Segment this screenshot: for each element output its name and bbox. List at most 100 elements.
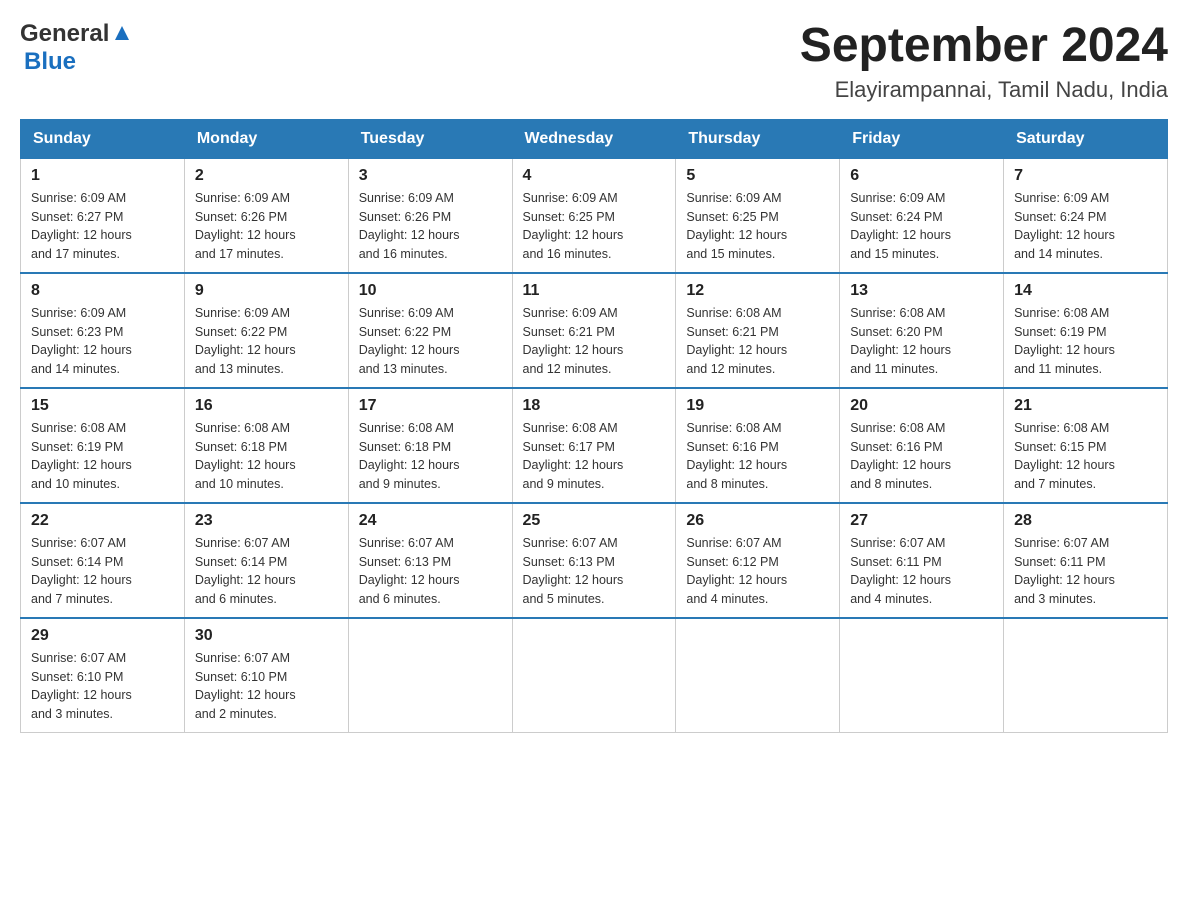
day-number: 19 (686, 397, 829, 415)
day-info: Sunrise: 6:09 AMSunset: 6:25 PMDaylight:… (523, 189, 666, 264)
day-info: Sunrise: 6:07 AMSunset: 6:12 PMDaylight:… (686, 534, 829, 609)
calendar-table: SundayMondayTuesdayWednesdayThursdayFrid… (20, 119, 1168, 733)
calendar-cell: 15Sunrise: 6:08 AMSunset: 6:19 PMDayligh… (21, 388, 185, 503)
calendar-cell: 5 Sunrise: 6:09 AMSunset: 6:25 PMDaylight… (676, 158, 840, 273)
logo-blue-text: Blue (24, 48, 76, 76)
day-info: Sunrise: 6:09 AMSunset: 6:25 PMDaylight:… (686, 189, 829, 264)
calendar-cell: 18 Sunrise: 6:08 AMSunset: 6:17 PMDayligh… (512, 388, 676, 503)
day-info: Sunrise: 6:08 AMSunset: 6:20 PMDaylight:… (850, 304, 993, 379)
calendar-cell: 4 Sunrise: 6:09 AMSunset: 6:25 PMDaylight… (512, 158, 676, 273)
calendar-week-row-2: 8 Sunrise: 6:09 AMSunset: 6:23 PMDaylight… (21, 273, 1168, 388)
day-info: Sunrise: 6:09 AMSunset: 6:24 PMDaylight:… (1014, 189, 1157, 264)
calendar-cell: 30Sunrise: 6:07 AMSunset: 6:10 PMDayligh… (184, 618, 348, 733)
day-number: 8 (31, 282, 174, 300)
day-number: 26 (686, 512, 829, 530)
calendar-cell: 17 Sunrise: 6:08 AMSunset: 6:18 PMDayligh… (348, 388, 512, 503)
day-number: 21 (1014, 397, 1157, 415)
day-number: 3 (359, 167, 502, 185)
calendar-cell (348, 618, 512, 733)
weekday-header-row: SundayMondayTuesdayWednesdayThursdayFrid… (21, 119, 1168, 158)
calendar-cell (512, 618, 676, 733)
calendar-cell: 23 Sunrise: 6:07 AMSunset: 6:14 PMDayligh… (184, 503, 348, 618)
day-number: 28 (1014, 512, 1157, 530)
day-info: Sunrise: 6:07 AMSunset: 6:14 PMDaylight:… (31, 534, 174, 609)
day-info: Sunrise: 6:08 AMSunset: 6:16 PMDaylight:… (686, 419, 829, 494)
day-info: Sunrise: 6:09 AMSunset: 6:26 PMDaylight:… (359, 189, 502, 264)
calendar-week-row-4: 22Sunrise: 6:07 AMSunset: 6:14 PMDayligh… (21, 503, 1168, 618)
calendar-cell: 6 Sunrise: 6:09 AMSunset: 6:24 PMDaylight… (840, 158, 1004, 273)
day-info: Sunrise: 6:08 AMSunset: 6:19 PMDaylight:… (1014, 304, 1157, 379)
calendar-cell (840, 618, 1004, 733)
weekday-header-tuesday: Tuesday (348, 119, 512, 158)
calendar-cell: 10Sunrise: 6:09 AMSunset: 6:22 PMDayligh… (348, 273, 512, 388)
weekday-header-saturday: Saturday (1004, 119, 1168, 158)
calendar-cell: 13 Sunrise: 6:08 AMSunset: 6:20 PMDayligh… (840, 273, 1004, 388)
day-number: 13 (850, 282, 993, 300)
day-number: 9 (195, 282, 338, 300)
day-info: Sunrise: 6:09 AMSunset: 6:22 PMDaylight:… (359, 304, 502, 379)
day-number: 4 (523, 167, 666, 185)
day-number: 2 (195, 167, 338, 185)
day-number: 6 (850, 167, 993, 185)
calendar-cell: 27Sunrise: 6:07 AMSunset: 6:11 PMDayligh… (840, 503, 1004, 618)
calendar-cell: 28 Sunrise: 6:07 AMSunset: 6:11 PMDayligh… (1004, 503, 1168, 618)
weekday-header-sunday: Sunday (21, 119, 185, 158)
calendar-cell: 16 Sunrise: 6:08 AMSunset: 6:18 PMDayligh… (184, 388, 348, 503)
calendar-cell: 19 Sunrise: 6:08 AMSunset: 6:16 PMDayligh… (676, 388, 840, 503)
day-number: 15 (31, 397, 174, 415)
day-info: Sunrise: 6:07 AMSunset: 6:14 PMDaylight:… (195, 534, 338, 609)
logo-general-text: General (20, 20, 109, 48)
weekday-header-monday: Monday (184, 119, 348, 158)
day-number: 16 (195, 397, 338, 415)
calendar-cell: 25Sunrise: 6:07 AMSunset: 6:13 PMDayligh… (512, 503, 676, 618)
calendar-cell: 12 Sunrise: 6:08 AMSunset: 6:21 PMDayligh… (676, 273, 840, 388)
day-number: 29 (31, 627, 174, 645)
calendar-cell: 2 Sunrise: 6:09 AMSunset: 6:26 PMDaylight… (184, 158, 348, 273)
day-number: 17 (359, 397, 502, 415)
day-number: 23 (195, 512, 338, 530)
calendar-week-row-1: 1Sunrise: 6:09 AMSunset: 6:27 PMDaylight… (21, 158, 1168, 273)
calendar-cell: 14Sunrise: 6:08 AMSunset: 6:19 PMDayligh… (1004, 273, 1168, 388)
day-info: Sunrise: 6:09 AMSunset: 6:21 PMDaylight:… (523, 304, 666, 379)
day-number: 12 (686, 282, 829, 300)
calendar-cell: 20 Sunrise: 6:08 AMSunset: 6:16 PMDayligh… (840, 388, 1004, 503)
day-info: Sunrise: 6:07 AMSunset: 6:11 PMDaylight:… (1014, 534, 1157, 609)
day-info: Sunrise: 6:09 AMSunset: 6:24 PMDaylight:… (850, 189, 993, 264)
title-area: September 2024 Elayirampannai, Tamil Nad… (800, 20, 1168, 103)
day-number: 18 (523, 397, 666, 415)
day-number: 7 (1014, 167, 1157, 185)
calendar-cell (1004, 618, 1168, 733)
day-info: Sunrise: 6:07 AMSunset: 6:11 PMDaylight:… (850, 534, 993, 609)
day-number: 5 (686, 167, 829, 185)
calendar-cell: 1Sunrise: 6:09 AMSunset: 6:27 PMDaylight… (21, 158, 185, 273)
calendar-week-row-3: 15Sunrise: 6:08 AMSunset: 6:19 PMDayligh… (21, 388, 1168, 503)
day-info: Sunrise: 6:08 AMSunset: 6:16 PMDaylight:… (850, 419, 993, 494)
day-number: 30 (195, 627, 338, 645)
day-number: 11 (523, 282, 666, 300)
calendar-cell: 11 Sunrise: 6:09 AMSunset: 6:21 PMDayligh… (512, 273, 676, 388)
day-number: 1 (31, 167, 174, 185)
page-header: General Blue September 2024 Elayirampann… (20, 20, 1168, 103)
day-info: Sunrise: 6:08 AMSunset: 6:18 PMDaylight:… (195, 419, 338, 494)
location-title: Elayirampannai, Tamil Nadu, India (800, 77, 1168, 103)
logo-triangle-icon (111, 22, 133, 44)
weekday-header-friday: Friday (840, 119, 1004, 158)
calendar-cell: 8 Sunrise: 6:09 AMSunset: 6:23 PMDaylight… (21, 273, 185, 388)
calendar-cell: 7 Sunrise: 6:09 AMSunset: 6:24 PMDaylight… (1004, 158, 1168, 273)
calendar-cell: 22Sunrise: 6:07 AMSunset: 6:14 PMDayligh… (21, 503, 185, 618)
day-info: Sunrise: 6:09 AMSunset: 6:26 PMDaylight:… (195, 189, 338, 264)
day-number: 25 (523, 512, 666, 530)
day-info: Sunrise: 6:08 AMSunset: 6:21 PMDaylight:… (686, 304, 829, 379)
day-info: Sunrise: 6:07 AMSunset: 6:13 PMDaylight:… (359, 534, 502, 609)
weekday-header-thursday: Thursday (676, 119, 840, 158)
calendar-week-row-5: 29 Sunrise: 6:07 AMSunset: 6:10 PMDayligh… (21, 618, 1168, 733)
day-info: Sunrise: 6:07 AMSunset: 6:10 PMDaylight:… (31, 649, 174, 724)
day-info: Sunrise: 6:08 AMSunset: 6:18 PMDaylight:… (359, 419, 502, 494)
day-info: Sunrise: 6:09 AMSunset: 6:23 PMDaylight:… (31, 304, 174, 379)
calendar-cell: 24Sunrise: 6:07 AMSunset: 6:13 PMDayligh… (348, 503, 512, 618)
day-info: Sunrise: 6:08 AMSunset: 6:17 PMDaylight:… (523, 419, 666, 494)
calendar-cell (676, 618, 840, 733)
weekday-header-wednesday: Wednesday (512, 119, 676, 158)
day-number: 20 (850, 397, 993, 415)
day-info: Sunrise: 6:08 AMSunset: 6:15 PMDaylight:… (1014, 419, 1157, 494)
